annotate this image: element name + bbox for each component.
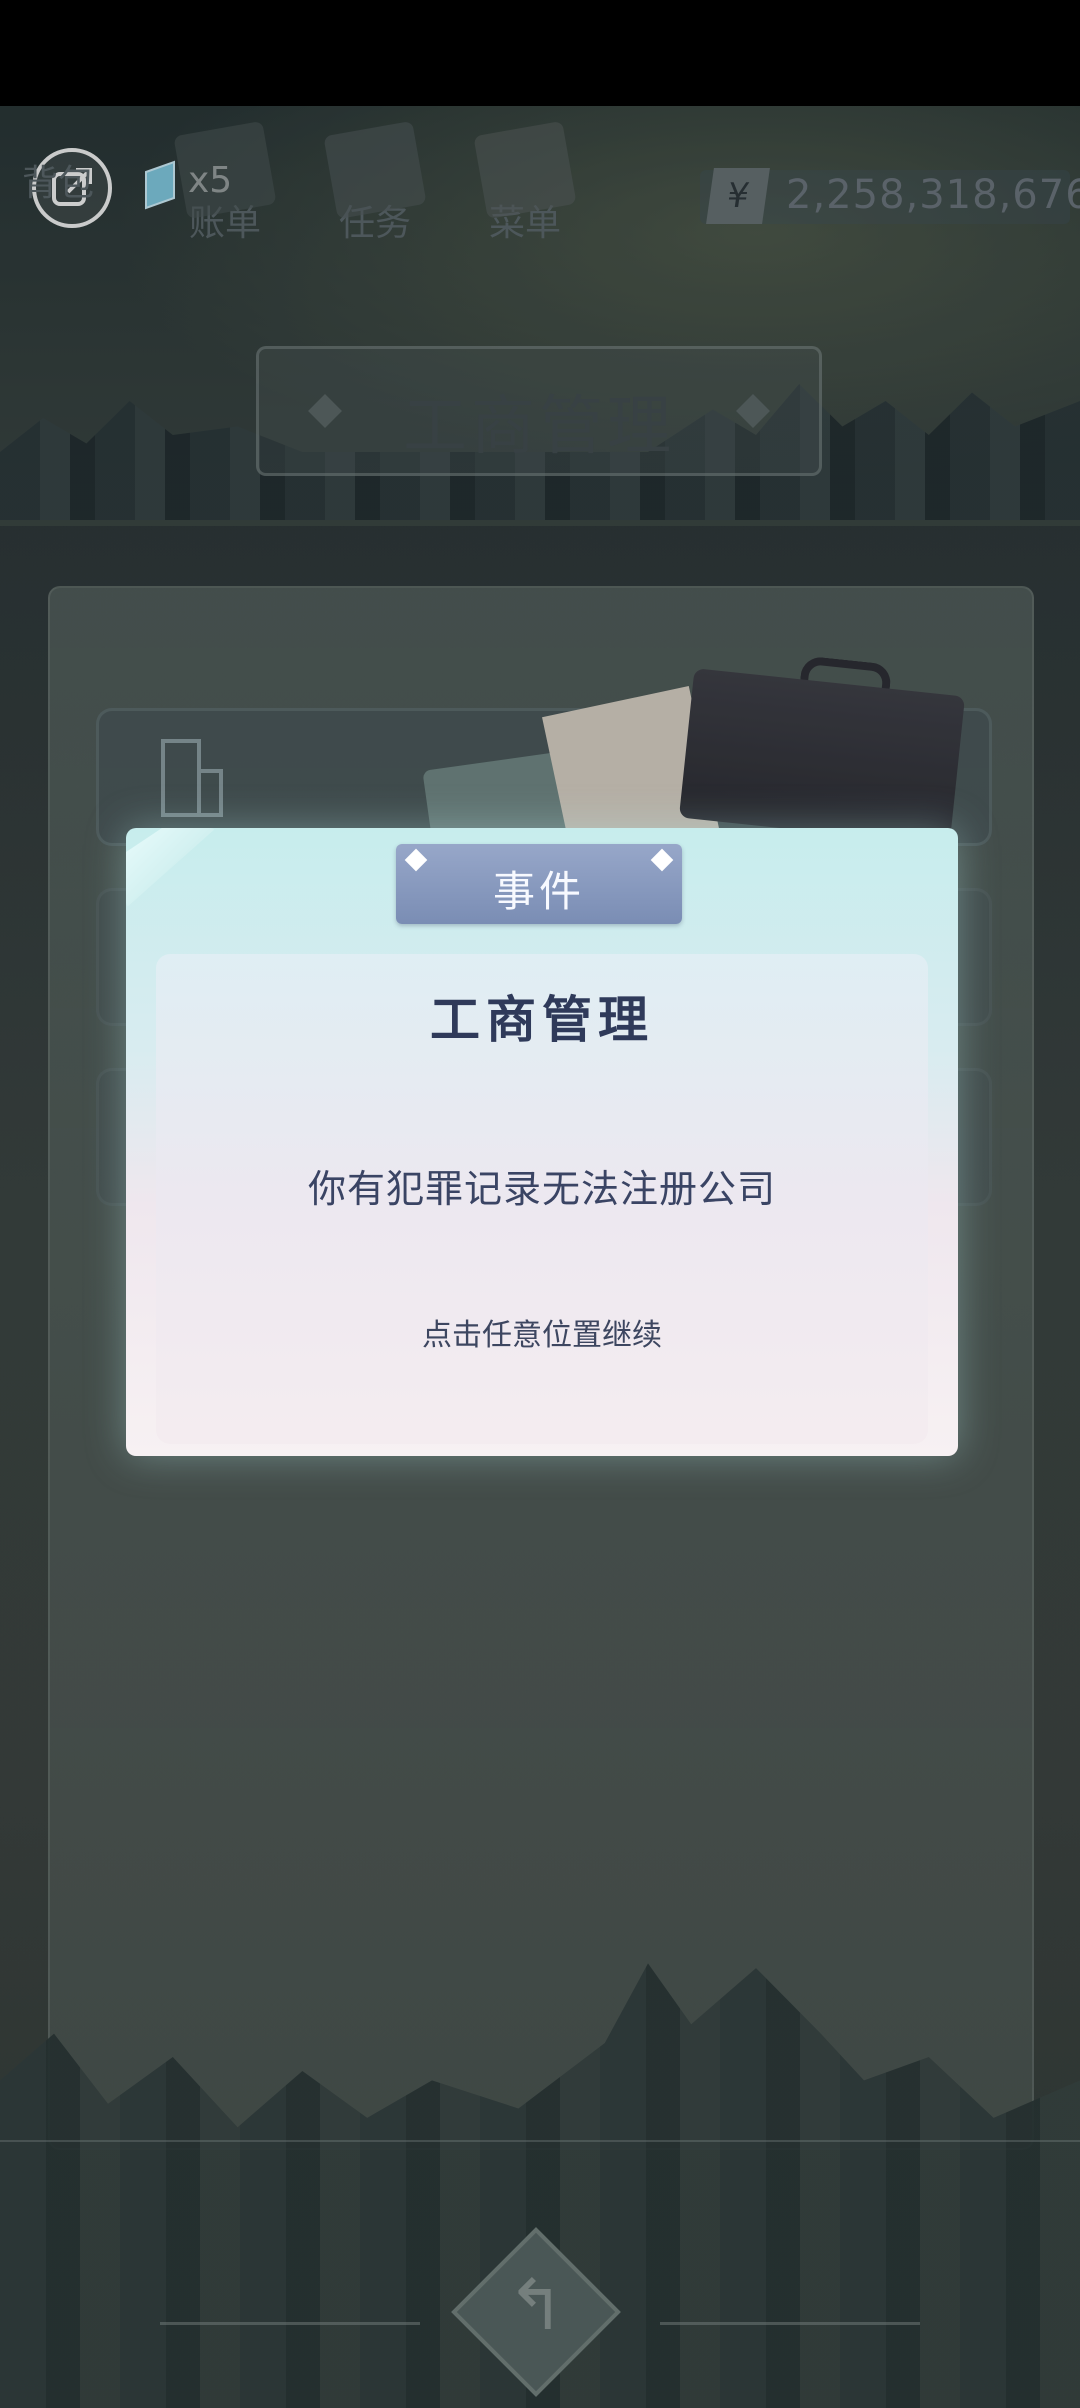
dialog-message: 你有犯罪记录无法注册公司 [307,1167,776,1211]
continue-hint: 点击任意位置继续 [422,1318,662,1353]
event-tab-label: 事件 [492,867,585,916]
dialog-title: 工商管理 [430,991,654,1049]
status-bar [0,0,1080,106]
